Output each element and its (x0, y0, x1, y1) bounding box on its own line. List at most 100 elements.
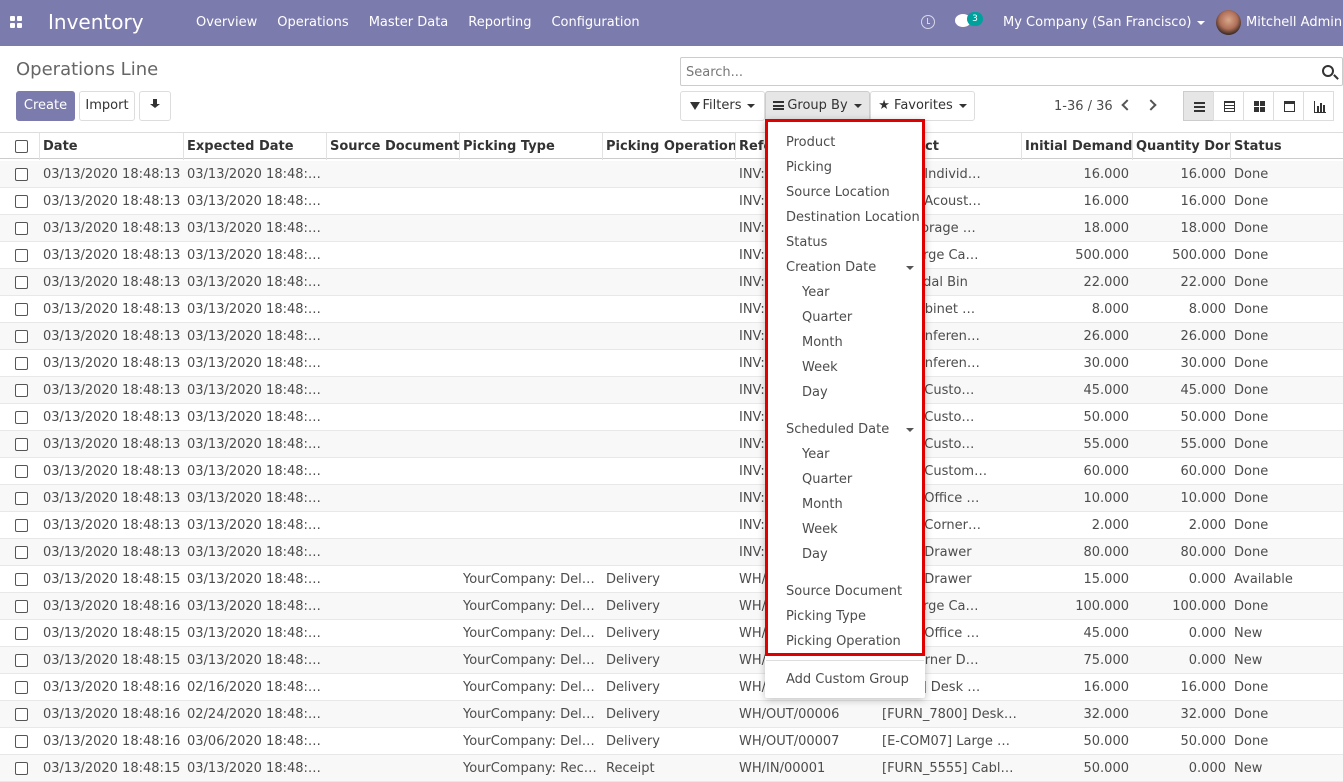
search-input[interactable]: Search... (680, 57, 1343, 86)
col-expected-date[interactable]: Expected Date (183, 133, 326, 160)
cell-date: 03/13/2020 18:48:13 (43, 545, 181, 560)
table-row[interactable]: 03/13/2020 18:48:15 03/13/2020 18:48:15 Yo… (0, 755, 1343, 782)
table-row[interactable]: 03/13/2020 18:48:16 03/06/2020 18:48:16 Yo… (0, 728, 1343, 755)
cell-pop: Delivery (606, 680, 660, 695)
col-initial-demand[interactable]: Initial Demand (1021, 133, 1132, 160)
row-checkbox[interactable] (15, 357, 28, 370)
cell-ptype: YourCompany: Recei… (463, 761, 597, 776)
add-custom-group[interactable]: Add Custom Group (786, 672, 909, 687)
row-checkbox[interactable] (15, 438, 28, 451)
favorites-label: Favorites (894, 98, 953, 113)
cell-status: Done (1234, 437, 1269, 452)
row-checkbox[interactable] (15, 519, 28, 532)
menu-master-data[interactable]: Master Data (359, 0, 459, 46)
col-status[interactable]: Status (1230, 133, 1343, 160)
table-row[interactable]: 03/13/2020 18:48:13 03/13/2020 18:48:13 IN… (0, 242, 1343, 269)
row-checkbox[interactable] (15, 276, 28, 289)
create-button[interactable]: Create (16, 91, 75, 121)
row-checkbox[interactable] (15, 600, 28, 613)
activity-clock-icon[interactable] (921, 15, 935, 29)
row-checkbox[interactable] (15, 681, 28, 694)
col-quantity-done[interactable]: Quantity Done (1132, 133, 1230, 160)
table-row[interactable]: 03/13/2020 18:48:13 03/13/2020 18:48:13 IN… (0, 512, 1343, 539)
pivot-view-icon[interactable] (1213, 91, 1244, 121)
cell-date: 03/13/2020 18:48:13 (43, 518, 181, 533)
row-checkbox[interactable] (15, 384, 28, 397)
table-row[interactable]: 03/13/2020 18:48:13 03/13/2020 18:48:13 IN… (0, 485, 1343, 512)
row-checkbox[interactable] (15, 708, 28, 721)
cell-ptype (463, 242, 597, 269)
table-row[interactable]: 03/13/2020 18:48:13 03/13/2020 18:48:13 IN… (0, 215, 1343, 242)
table-row[interactable]: 03/13/2020 18:48:13 03/13/2020 18:48:13 IN… (0, 188, 1343, 215)
graph-view-icon[interactable] (1303, 91, 1334, 121)
cell-expected: 03/13/2020 18:48:15 (187, 653, 322, 668)
menu-operations[interactable]: Operations (267, 0, 358, 46)
col-product[interactable]: ct (921, 133, 1021, 160)
table-row[interactable]: 03/13/2020 18:48:16 02/24/2020 18:48:16 Yo… (0, 701, 1343, 728)
table-row[interactable]: 03/13/2020 18:48:13 03/13/2020 18:48:13 IN… (0, 458, 1343, 485)
row-checkbox[interactable] (15, 762, 28, 775)
table-row[interactable]: 03/13/2020 18:48:15 03/13/2020 18:48:15 Yo… (0, 620, 1343, 647)
row-checkbox[interactable] (15, 546, 28, 559)
filters-button[interactable]: Filters (680, 91, 765, 121)
import-button[interactable]: Import (79, 91, 135, 121)
cell-source (330, 728, 455, 755)
cell-status: Done (1234, 410, 1269, 425)
menu-reporting[interactable]: Reporting (458, 0, 541, 46)
chevron-right-icon[interactable] (1145, 99, 1157, 111)
table-row[interactable]: 03/13/2020 18:48:15 03/13/2020 18:48:15 Yo… (0, 566, 1343, 593)
row-checkbox[interactable] (15, 303, 28, 316)
user-name[interactable]: Mitchell Admin (1246, 15, 1342, 30)
row-checkbox[interactable] (15, 465, 28, 478)
row-checkbox[interactable] (15, 222, 28, 235)
row-checkbox[interactable] (15, 627, 28, 640)
apps-grid-icon[interactable] (10, 16, 22, 28)
pager-value[interactable]: 1-36 / 36 (1054, 99, 1113, 114)
row-checkbox[interactable] (15, 411, 28, 424)
cell-demand: 10.000 (1083, 491, 1130, 506)
table-row[interactable]: 03/13/2020 18:48:16 03/13/2020 18:48:15 Yo… (0, 593, 1343, 620)
menu-overview[interactable]: Overview (186, 0, 267, 46)
table-row[interactable]: 03/13/2020 18:48:13 03/13/2020 18:48:13 IN… (0, 296, 1343, 323)
row-checkbox[interactable] (15, 735, 28, 748)
calendar-view-icon[interactable] (1273, 91, 1304, 121)
table-row[interactable]: 03/13/2020 18:48:13 03/13/2020 18:48:13 IN… (0, 350, 1343, 377)
cell-date: 03/13/2020 18:48:15 (43, 653, 181, 668)
menu-configuration[interactable]: Configuration (541, 0, 649, 46)
app-name[interactable]: Inventory (48, 10, 144, 34)
col-picking-operation[interactable]: Picking Operation (602, 133, 735, 160)
row-checkbox[interactable] (15, 573, 28, 586)
row-checkbox[interactable] (15, 330, 28, 343)
search-icon[interactable] (1322, 65, 1334, 77)
company-switcher[interactable]: My Company (San Francisco) (1003, 15, 1206, 30)
cell-date: 03/13/2020 18:48:13 (43, 464, 181, 479)
col-picking-type[interactable]: Picking Type (459, 133, 602, 160)
col-date[interactable]: Date (39, 133, 183, 160)
select-all-checkbox[interactable] (15, 140, 28, 153)
cell-ptype: YourCompany: Deliv… (463, 707, 597, 722)
cell-expected: 03/13/2020 18:48:15 (187, 572, 322, 587)
groupby-button[interactable]: Group By (765, 91, 870, 121)
row-checkbox[interactable] (15, 249, 28, 262)
chevron-left-icon[interactable] (1121, 99, 1133, 111)
table-row[interactable]: 03/13/2020 18:48:13 03/13/2020 18:48:13 IN… (0, 161, 1343, 188)
table-row[interactable]: 03/13/2020 18:48:15 03/13/2020 18:48:15 Yo… (0, 647, 1343, 674)
row-checkbox[interactable] (15, 168, 28, 181)
favorites-button[interactable]: ★ Favorites (870, 91, 975, 121)
col-source-document[interactable]: Source Document (326, 133, 459, 160)
download-button[interactable] (139, 91, 171, 121)
table-row[interactable]: 03/13/2020 18:48:13 03/13/2020 18:48:13 IN… (0, 539, 1343, 566)
row-checkbox[interactable] (15, 195, 28, 208)
table-row[interactable]: 03/13/2020 18:48:13 03/13/2020 18:48:13 IN… (0, 431, 1343, 458)
kanban-view-icon[interactable] (1243, 91, 1274, 121)
cell-ptype (463, 215, 597, 242)
table-row[interactable]: 03/13/2020 18:48:13 03/13/2020 18:48:13 IN… (0, 323, 1343, 350)
table-row[interactable]: 03/13/2020 18:48:13 03/13/2020 18:48:13 IN… (0, 269, 1343, 296)
table-row[interactable]: 03/13/2020 18:48:16 02/16/2020 18:48:16 Yo… (0, 674, 1343, 701)
table-row[interactable]: 03/13/2020 18:48:13 03/13/2020 18:48:13 IN… (0, 404, 1343, 431)
list-view-icon[interactable] (1183, 91, 1214, 121)
row-checkbox[interactable] (15, 492, 28, 505)
row-checkbox[interactable] (15, 654, 28, 667)
table-row[interactable]: 03/13/2020 18:48:13 03/13/2020 18:48:13 IN… (0, 377, 1343, 404)
avatar[interactable] (1216, 10, 1241, 35)
